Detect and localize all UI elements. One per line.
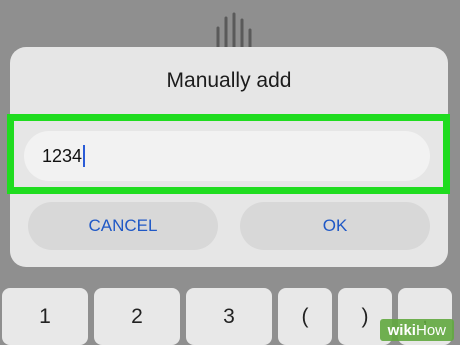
wikihow-watermark: wiki How — [379, 319, 454, 341]
watermark-brand: wiki — [387, 321, 416, 339]
key-2[interactable]: 2 — [94, 288, 180, 345]
code-input[interactable]: 1234 — [24, 131, 430, 181]
key-1[interactable]: 1 — [2, 288, 88, 345]
code-input-value: 1234 — [42, 145, 83, 166]
key-open-paren[interactable]: ( — [278, 288, 332, 345]
dialog-title: Manually add — [166, 69, 292, 92]
watermark-suffix: How — [415, 321, 446, 339]
key-3[interactable]: 3 — [186, 288, 272, 345]
cancel-button[interactable]: CANCEL — [28, 202, 218, 250]
ok-button[interactable]: OK — [240, 202, 430, 250]
text-caret — [83, 145, 86, 167]
